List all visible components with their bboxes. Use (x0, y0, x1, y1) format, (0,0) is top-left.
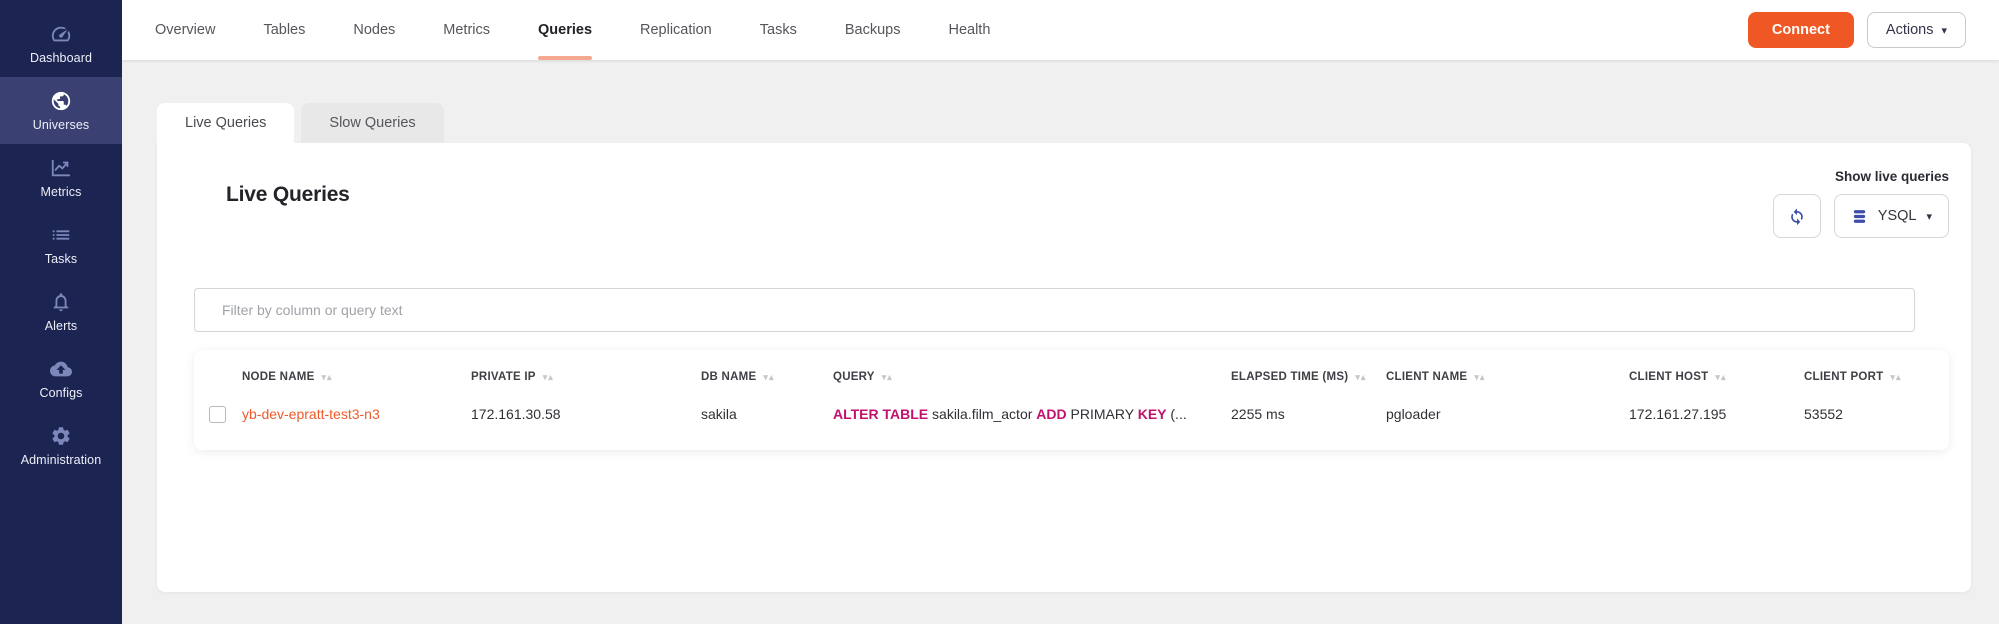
nav-tab-replication[interactable]: Replication (640, 0, 712, 60)
topbar-actions: Connect Actions ▾ (1748, 0, 1999, 60)
column-header-node-name[interactable]: NODE NAME▾▴ (242, 350, 471, 395)
query-controls: Show live queries YSQL ▾ (1773, 169, 1949, 238)
column-header-query[interactable]: QUERY▾▴ (833, 350, 1231, 395)
tab-live-queries[interactable]: Live Queries (157, 103, 294, 143)
tab-slow-queries[interactable]: Slow Queries (301, 103, 443, 143)
row-checkbox[interactable] (209, 406, 226, 423)
sidebar-item-label: Tasks (45, 252, 77, 266)
cell-client-host: 172.161.27.195 (1629, 395, 1804, 450)
sort-icon[interactable]: ▾▴ (1474, 372, 1485, 382)
sort-icon[interactable]: ▾▴ (543, 372, 554, 382)
sidebar-item-universes[interactable]: Universes (0, 77, 122, 144)
queries-table-card: NODE NAME▾▴ PRIVATE IP▾▴ DB NAME▾▴ QUERY… (194, 350, 1949, 450)
cell-client-port: 53552 (1804, 395, 1949, 450)
chevron-down-icon: ▾ (1941, 24, 1947, 37)
actions-label: Actions (1886, 22, 1934, 38)
table-header-row: NODE NAME▾▴ PRIVATE IP▾▴ DB NAME▾▴ QUERY… (194, 350, 1949, 395)
column-header-client-port[interactable]: CLIENT PORT▾▴ (1804, 350, 1949, 395)
sidebar-item-metrics[interactable]: Metrics (0, 144, 122, 211)
query-filter-input[interactable] (194, 288, 1915, 332)
sidebar-item-label: Metrics (41, 185, 82, 199)
sort-icon[interactable]: ▾▴ (1715, 372, 1726, 382)
sort-icon[interactable]: ▾▴ (1890, 372, 1901, 382)
nav-tab-queries[interactable]: Queries (538, 0, 592, 60)
controls-row: YSQL ▾ (1773, 194, 1949, 238)
universe-top-bar: Overview Tables Nodes Metrics Queries Re… (122, 0, 1999, 60)
nav-tab-tasks[interactable]: Tasks (760, 0, 797, 60)
cell-elapsed-time: 2255 ms (1231, 395, 1386, 450)
sidebar-item-alerts[interactable]: Alerts (0, 278, 122, 345)
nav-tab-backups[interactable]: Backups (845, 0, 901, 60)
configs-cloud-icon (50, 358, 72, 380)
sidebar-item-label: Alerts (45, 319, 78, 333)
chevron-down-icon: ▾ (1926, 210, 1932, 223)
column-header-db-name[interactable]: DB NAME▾▴ (701, 350, 833, 395)
api-type-dropdown[interactable]: YSQL ▾ (1834, 194, 1949, 238)
sidebar-item-label: Administration (21, 453, 102, 467)
panel-header: Live Queries Show live queries YSQL ▾ (194, 169, 1949, 238)
page-title: Live Queries (226, 183, 350, 207)
show-live-queries-label: Show live queries (1835, 169, 1949, 184)
administration-gear-icon (50, 425, 72, 447)
dashboard-gauge-icon (50, 23, 72, 45)
cell-node-name: yb-dev-epratt-test3-n3 (242, 395, 471, 450)
column-header-elapsed-time[interactable]: ELAPSED TIME (MS)▾▴ (1231, 350, 1386, 395)
sidebar-item-configs[interactable]: Configs (0, 345, 122, 412)
cell-client-name: pgloader (1386, 395, 1629, 450)
refresh-button[interactable] (1773, 194, 1821, 238)
sort-icon[interactable]: ▾▴ (322, 372, 333, 382)
header-checkbox-spacer (194, 350, 242, 395)
query-text: ALTER TABLE sakila.film_actor ADD PRIMAR… (833, 406, 1187, 422)
actions-dropdown-button[interactable]: Actions ▾ (1867, 12, 1966, 48)
nav-tab-metrics[interactable]: Metrics (443, 0, 490, 60)
tasks-list-icon (50, 224, 72, 246)
sidebar-item-label: Universes (33, 118, 89, 132)
sort-icon[interactable]: ▾▴ (1355, 372, 1366, 382)
live-queries-panel: Live Queries Show live queries YSQL ▾ (157, 143, 1971, 592)
column-header-client-name[interactable]: CLIENT NAME▾▴ (1386, 350, 1629, 395)
sidebar-item-administration[interactable]: Administration (0, 412, 122, 479)
api-type-label: YSQL (1878, 208, 1917, 224)
alerts-bell-icon (50, 291, 72, 313)
universe-nav: Overview Tables Nodes Metrics Queries Re… (155, 0, 990, 60)
queries-tab-bar: Live Queries Slow Queries (157, 103, 1967, 143)
sidebar-item-dashboard[interactable]: Dashboard (0, 10, 122, 77)
table-row[interactable]: yb-dev-epratt-test3-n3 172.161.30.58 sak… (194, 395, 1949, 450)
database-icon (1851, 207, 1868, 226)
column-header-private-ip[interactable]: PRIVATE IP▾▴ (471, 350, 701, 395)
row-checkbox-cell (194, 395, 242, 450)
cell-private-ip: 172.161.30.58 (471, 395, 701, 450)
sort-icon[interactable]: ▾▴ (763, 372, 774, 382)
sidebar: Dashboard Universes Metrics Tasks Alerts… (0, 0, 122, 624)
nav-tab-overview[interactable]: Overview (155, 0, 215, 60)
metrics-chart-icon (50, 157, 72, 179)
sidebar-item-tasks[interactable]: Tasks (0, 211, 122, 278)
cell-query: ALTER TABLE sakila.film_actor ADD PRIMAR… (833, 395, 1231, 450)
universe-globe-icon (50, 90, 72, 112)
sidebar-item-label: Dashboard (30, 51, 92, 65)
refresh-icon (1787, 206, 1807, 226)
node-name-link[interactable]: yb-dev-epratt-test3-n3 (242, 406, 380, 422)
queries-content: Live Queries Slow Queries Live Queries S… (122, 60, 1999, 624)
nav-tab-health[interactable]: Health (948, 0, 990, 60)
nav-tab-tables[interactable]: Tables (263, 0, 305, 60)
cell-db-name: sakila (701, 395, 833, 450)
live-queries-table: NODE NAME▾▴ PRIVATE IP▾▴ DB NAME▾▴ QUERY… (194, 350, 1949, 450)
sort-icon[interactable]: ▾▴ (882, 372, 893, 382)
connect-button[interactable]: Connect (1748, 12, 1854, 48)
nav-tab-nodes[interactable]: Nodes (353, 0, 395, 60)
column-header-client-host[interactable]: CLIENT HOST▾▴ (1629, 350, 1804, 395)
sidebar-item-label: Configs (39, 386, 82, 400)
